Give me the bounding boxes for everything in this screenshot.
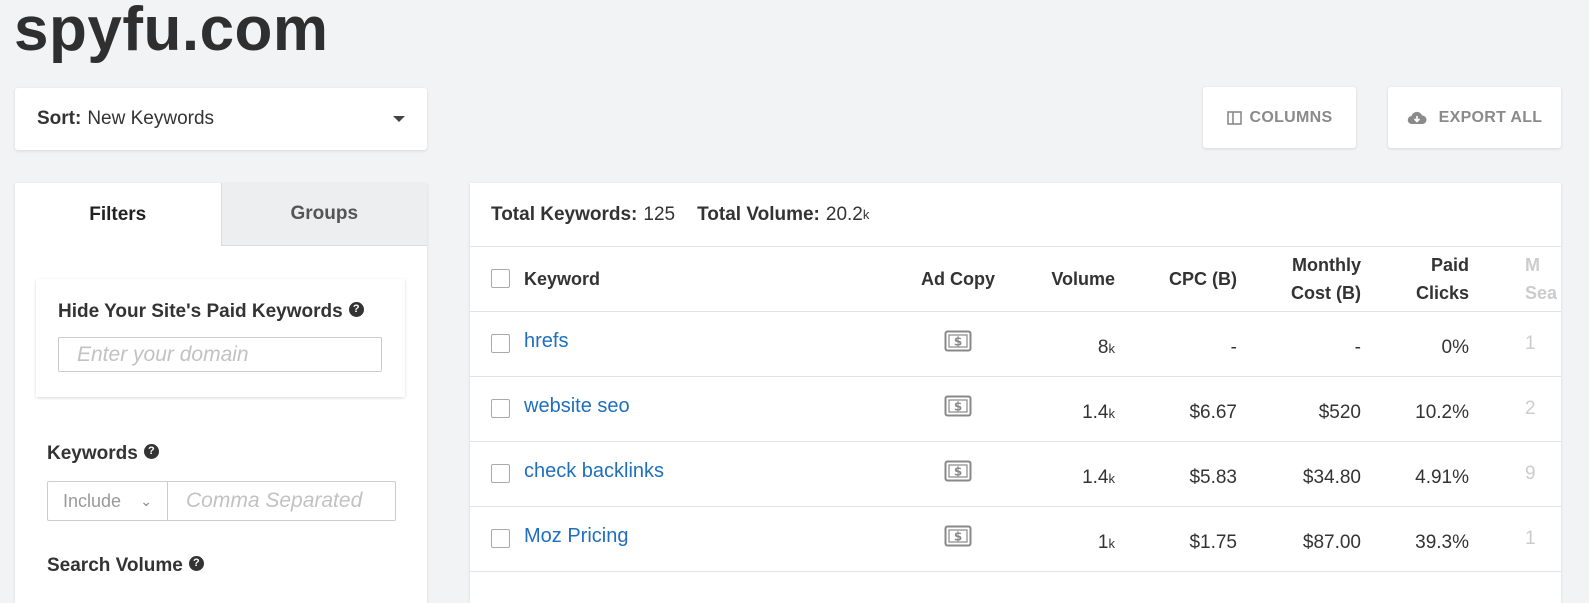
total-keywords-value: 125 (643, 203, 676, 225)
table-row: check backlinks $ 1.4 k $5.83 $34.80 4.91… (470, 442, 1561, 507)
sort-dropdown[interactable]: Sort: New Keywords (15, 88, 427, 150)
more-value: 9 (1525, 463, 1536, 484)
more-value: 1 (1525, 333, 1536, 354)
keywords-table-panel: Total Keywords: 125 Total Volume: 20.2 k … (470, 183, 1561, 603)
filter-tabs: Filters Groups (15, 183, 427, 246)
ad-copy-icon[interactable]: $ (944, 525, 972, 547)
col-keyword[interactable]: Keyword (524, 247, 600, 311)
table-row: Moz Pricing $ 1k $1.75 $87.00 39.3% 1 (470, 507, 1561, 572)
table-header-row: Keyword Ad Copy Volume CPC (B) Monthly Co… (470, 247, 1561, 312)
volume-value: 1.4 (1082, 402, 1109, 423)
keyword-link[interactable]: Moz Pricing (524, 525, 628, 548)
ad-copy-icon[interactable]: $ (944, 460, 972, 482)
volume-value: 1.4 (1082, 467, 1109, 488)
monthly-cost-value: $520 (1318, 402, 1361, 423)
col-paid-clicks-line1: Paid (1430, 255, 1469, 275)
ad-copy-icon[interactable]: $ (944, 330, 972, 352)
help-icon[interactable]: ? (188, 555, 204, 571)
tab-groups[interactable]: Groups (220, 183, 427, 246)
totals-bar: Total Keywords: 125 Total Volume: 20.2 k (470, 183, 1561, 247)
help-icon[interactable]: ? (348, 301, 364, 317)
keyword-link[interactable]: hrefs (524, 330, 568, 353)
monthly-cost-value: $34.80 (1302, 467, 1361, 488)
volume-unit: k (1108, 535, 1116, 551)
col-volume[interactable]: Volume (1051, 247, 1115, 311)
paid-clicks-value: 0% (1441, 337, 1469, 358)
cpc-value: $1.75 (1189, 532, 1237, 553)
volume-value: 1 (1097, 532, 1109, 553)
search-volume-title-row: Search Volume ? (47, 555, 204, 577)
col-more-line1: M (1525, 255, 1540, 275)
chevron-down-icon: ⌄ (140, 492, 152, 509)
total-volume-value: 20.2 (825, 203, 863, 225)
sort-value: New Keywords (87, 108, 215, 129)
row-checkbox[interactable] (491, 464, 510, 483)
more-value: 2 (1525, 398, 1536, 419)
cpc-value: - (1230, 337, 1237, 358)
cloud-download-icon (1407, 111, 1427, 124)
col-more-line2: Sea (1525, 283, 1558, 303)
col-ad-copy[interactable]: Ad Copy (900, 247, 1016, 311)
cpc-value: $6.67 (1189, 402, 1237, 423)
monthly-cost-value: $87.00 (1302, 532, 1361, 553)
cpc-value: $5.83 (1189, 467, 1237, 488)
ad-copy-icon[interactable]: $ (944, 395, 972, 417)
columns-label: COLUMNS (1249, 108, 1333, 126)
paid-clicks-value: 10.2% (1415, 402, 1469, 423)
keywords-filter-row: Include ⌄ (47, 481, 396, 521)
svg-text:$: $ (954, 465, 962, 479)
total-keywords-label: Total Keywords: (491, 203, 638, 225)
export-all-label: EXPORT ALL (1438, 108, 1543, 126)
keywords-title: Keywords (47, 443, 138, 464)
col-monthly-cost[interactable]: Monthly Cost (B) (1291, 247, 1361, 311)
volume-value: 8 (1097, 337, 1109, 358)
volume-unit: k (1108, 405, 1116, 421)
col-cpc[interactable]: CPC (B) (1169, 247, 1237, 311)
col-paid-clicks[interactable]: Paid Clicks (1416, 247, 1469, 311)
domain-input[interactable] (58, 337, 382, 372)
columns-button[interactable]: COLUMNS (1203, 87, 1356, 148)
svg-text:$: $ (954, 400, 962, 414)
hide-paid-keywords-box: Hide Your Site's Paid Keywords ? (36, 279, 405, 397)
row-checkbox[interactable] (491, 334, 510, 353)
total-volume-label: Total Volume: (697, 203, 820, 225)
include-select-value: Include (63, 490, 122, 511)
keyword-link[interactable]: check backlinks (524, 460, 664, 483)
filter-panel: Filters Groups Hide Your Site's Paid Key… (15, 183, 427, 603)
sort-label: Sort: (37, 108, 82, 129)
svg-text:$: $ (954, 335, 962, 349)
volume-unit: k (1108, 470, 1116, 486)
col-monthly-cost-line2: Cost (B) (1291, 283, 1361, 303)
col-monthly-cost-line1: Monthly (1292, 255, 1361, 275)
col-more[interactable]: M Sea (1525, 247, 1557, 311)
columns-icon (1226, 110, 1242, 125)
paid-clicks-value: 39.3% (1415, 532, 1469, 553)
svg-text:$: $ (954, 530, 962, 544)
select-all-checkbox[interactable] (491, 269, 510, 288)
hide-paid-title-row: Hide Your Site's Paid Keywords ? (58, 301, 383, 323)
help-icon[interactable]: ? (143, 443, 159, 459)
col-paid-clicks-line2: Clicks (1415, 283, 1469, 303)
monthly-cost-value: - (1354, 337, 1361, 358)
search-volume-title: Search Volume (47, 555, 183, 576)
caret-down-icon (393, 116, 405, 122)
row-checkbox[interactable] (491, 529, 510, 548)
site-title: spyfu.com (14, 0, 329, 64)
total-volume-unit: k (862, 207, 870, 222)
paid-clicks-value: 4.91% (1415, 467, 1469, 488)
tab-filters[interactable]: Filters (15, 183, 221, 246)
keywords-input[interactable] (168, 481, 396, 521)
volume-unit: k (1108, 340, 1116, 356)
table-row: hrefs $ 8k - - 0% 1 (470, 312, 1561, 377)
row-checkbox[interactable] (491, 399, 510, 418)
include-select[interactable]: Include ⌄ (47, 481, 168, 521)
more-value: 1 (1525, 528, 1536, 549)
hide-paid-title: Hide Your Site's Paid Keywords (58, 301, 343, 322)
table-row: website seo $ 1.4 k $6.67 $520 10.2% 2 (470, 377, 1561, 442)
export-all-button[interactable]: EXPORT ALL (1388, 87, 1561, 148)
keywords-title-row: Keywords ? (47, 443, 159, 465)
keyword-link[interactable]: website seo (524, 395, 630, 418)
